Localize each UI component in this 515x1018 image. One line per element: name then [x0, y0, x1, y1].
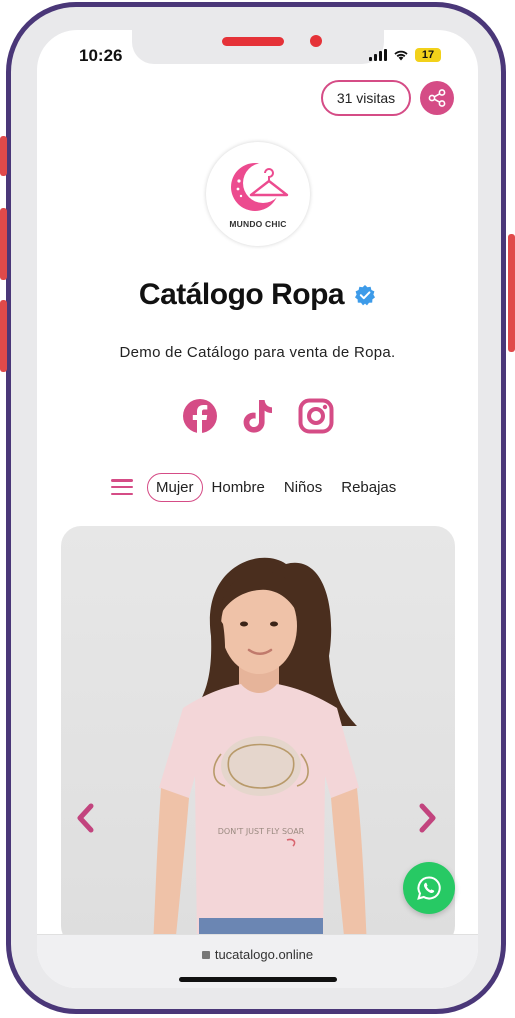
notch-camera: [310, 35, 322, 47]
volume-up-button: [0, 208, 7, 280]
menu-icon[interactable]: [111, 479, 133, 495]
product-image: DON'T JUST FLY SOAR: [153, 557, 367, 946]
home-indicator[interactable]: [179, 977, 337, 982]
mute-switch: [0, 136, 7, 176]
visits-counter: 31 visitas: [321, 80, 411, 116]
print-text: DON'T JUST FLY SOAR: [218, 827, 305, 836]
tab-mujer[interactable]: Mujer: [147, 472, 203, 502]
title-row: Catálogo Ropa: [37, 278, 478, 312]
volume-down-button: [0, 300, 7, 372]
logo-text: MUNDO CHIC: [229, 219, 287, 229]
instagram-icon: [298, 398, 333, 434]
product-card[interactable]: DON'T JUST FLY SOAR: [61, 526, 455, 946]
tab-rebajas[interactable]: Rebajas: [341, 479, 396, 496]
url-text: tucatalogo.online: [37, 947, 478, 962]
hanger-logo-icon: [231, 163, 289, 211]
whatsapp-icon: [417, 876, 441, 900]
tab-hombre[interactable]: Hombre: [212, 479, 265, 496]
tiktok-icon: [243, 400, 272, 433]
notch: [132, 30, 384, 64]
page-description: Demo de Catálogo para venta de Ropa.: [119, 344, 396, 361]
verified-badge-icon: [355, 285, 376, 306]
share-button[interactable]: [420, 81, 454, 115]
facebook-icon: [182, 399, 217, 434]
phone-screen: 10:26 17 31 visitas MUNDO CHIC Catálogo …: [37, 30, 478, 988]
lock-icon: [201, 951, 210, 959]
status-icons: 17: [369, 48, 441, 62]
power-button: [508, 234, 515, 352]
signal-icon: [369, 49, 387, 61]
wifi-icon: [394, 50, 408, 61]
browser-url-bar[interactable]: tucatalogo.online: [37, 934, 478, 988]
carousel-next-icon[interactable]: [416, 802, 438, 834]
share-icon: [428, 89, 446, 107]
tiktok-link[interactable]: [240, 398, 276, 434]
facebook-link[interactable]: [182, 398, 218, 434]
brand-logo: MUNDO CHIC: [206, 142, 310, 246]
social-links: [37, 398, 478, 434]
whatsapp-button[interactable]: [403, 862, 455, 914]
tab-ninos[interactable]: Niños: [284, 479, 322, 496]
url-value: tucatalogo.online: [214, 947, 314, 962]
category-nav: Mujer Hombre Niños Rebajas: [111, 471, 415, 503]
battery-indicator: 17: [415, 48, 441, 62]
status-time: 10:26: [79, 46, 123, 65]
notch-speaker: [222, 37, 284, 46]
carousel-prev-icon[interactable]: [75, 802, 97, 834]
page-title: Catálogo Ropa: [138, 278, 345, 311]
instagram-link[interactable]: [298, 398, 334, 434]
